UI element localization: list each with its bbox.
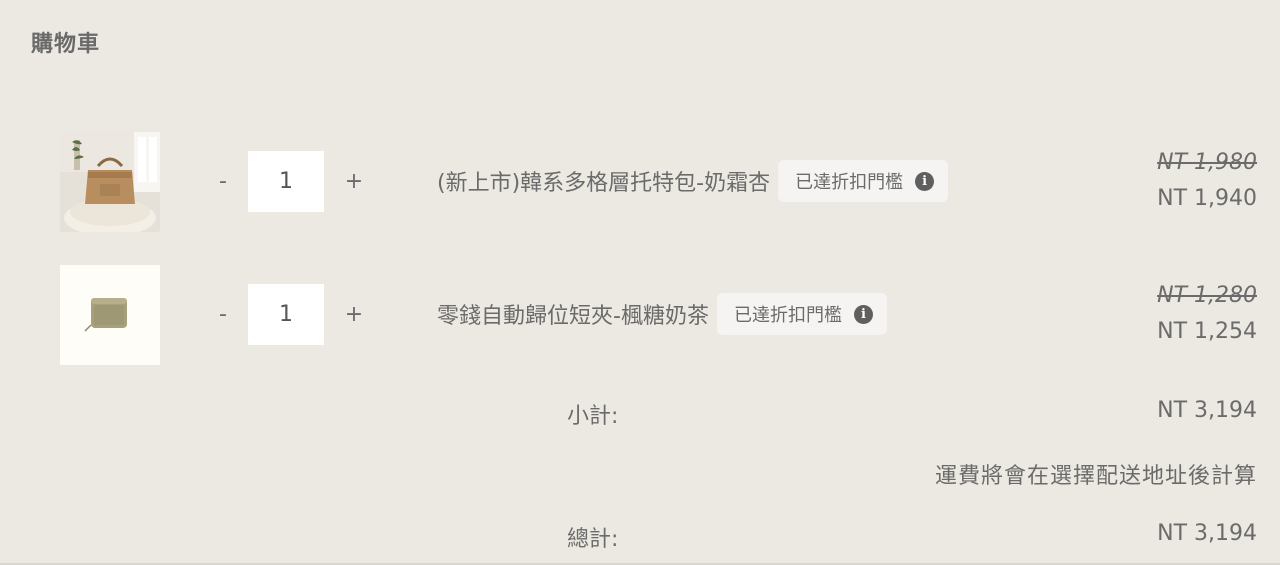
subtotal-label: 小計: <box>567 404 619 429</box>
original-price: NT 1,980 <box>1157 150 1257 175</box>
cart-item: - 1 + (新上市)韓系多格層托特包-奶霜杏 已達折扣門檻 i NT 1,98… <box>0 132 1280 232</box>
product-image[interactable] <box>60 265 160 365</box>
shipping-note: 運費將會在選擇配送地址後計算 <box>934 464 1257 489</box>
page-title: 購物車 <box>31 32 101 57</box>
info-icon[interactable]: i <box>853 304 873 324</box>
total-value: NT 3,194 <box>1157 521 1257 546</box>
discount-badge-label: 已達折扣門檻 <box>733 305 842 326</box>
discount-badge-label: 已達折扣門檻 <box>795 172 904 193</box>
product-name[interactable]: 零錢自動歸位短夾-楓糖奶茶 <box>437 298 709 330</box>
quantity-decrease-button[interactable]: - <box>213 300 233 330</box>
subtotal-value: NT 3,194 <box>1157 398 1257 423</box>
original-price: NT 1,280 <box>1157 283 1257 308</box>
total-label: 總計: <box>567 527 619 552</box>
price-column: NT 1,980 NT 1,940 <box>1157 148 1257 214</box>
final-price: NT 1,254 <box>1157 319 1257 344</box>
cart-item: - 1 + 零錢自動歸位短夾-楓糖奶茶 已達折扣門檻 i NT 1,280 NT… <box>0 265 1280 365</box>
quantity-input[interactable]: 1 <box>248 284 324 345</box>
quantity-increase-button[interactable]: + <box>344 167 364 197</box>
product-name[interactable]: (新上市)韓系多格層托特包-奶霜杏 <box>437 165 770 197</box>
price-column: NT 1,280 NT 1,254 <box>1157 281 1257 347</box>
quantity-input[interactable]: 1 <box>248 151 324 212</box>
wallet-photo <box>60 265 160 365</box>
quantity-decrease-button[interactable]: - <box>213 167 233 197</box>
info-icon[interactable]: i <box>915 171 935 191</box>
tote-bag-photo <box>60 132 160 232</box>
final-price: NT 1,940 <box>1157 186 1257 211</box>
item-info: (新上市)韓系多格層托特包-奶霜杏 已達折扣門檻 i <box>437 160 949 202</box>
discount-badge: 已達折扣門檻 i <box>778 160 949 202</box>
product-image[interactable] <box>60 132 160 232</box>
quantity-increase-button[interactable]: + <box>344 300 364 330</box>
item-info: 零錢自動歸位短夾-楓糖奶茶 已達折扣門檻 i <box>437 293 887 335</box>
discount-badge: 已達折扣門檻 i <box>716 293 887 335</box>
